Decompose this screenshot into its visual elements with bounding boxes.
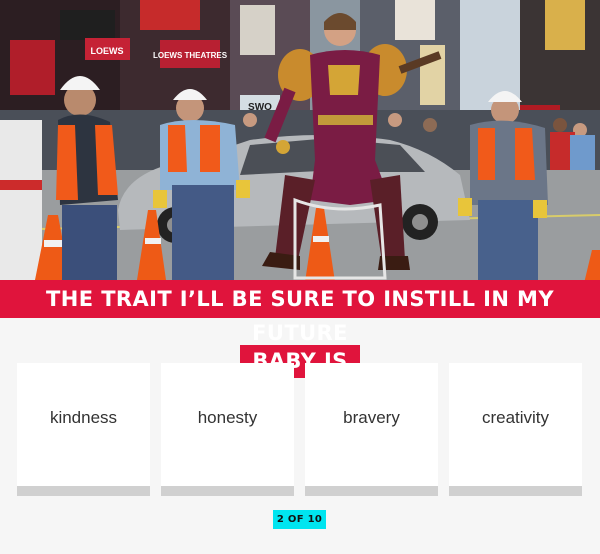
- answer-label: kindness: [49, 407, 118, 427]
- loews-theatres-sign: LOEWS THEATRES: [153, 51, 228, 60]
- loews-sign: LOEWS: [91, 46, 124, 56]
- answer-option-creativity[interactable]: creativity: [449, 363, 582, 496]
- answer-option-bravery[interactable]: bravery: [305, 363, 438, 496]
- progress-badge: 2 OF 10: [273, 510, 326, 529]
- street-scene-illustration: LOEWS LOEWS THEATRES SWO: [0, 0, 600, 302]
- answer-label: bravery: [343, 407, 400, 427]
- answer-grid: kindness honesty bravery creativity: [17, 363, 583, 496]
- hero-photo: LOEWS LOEWS THEATRES SWO: [0, 0, 600, 302]
- question-line-1: THE TRAIT I’LL BE SURE TO INSTILL IN MY …: [0, 280, 600, 345]
- answer-label: honesty: [197, 407, 258, 427]
- answer-option-kindness[interactable]: kindness: [17, 363, 150, 496]
- answer-option-honesty[interactable]: honesty: [161, 363, 294, 496]
- answer-label: creativity: [481, 407, 550, 427]
